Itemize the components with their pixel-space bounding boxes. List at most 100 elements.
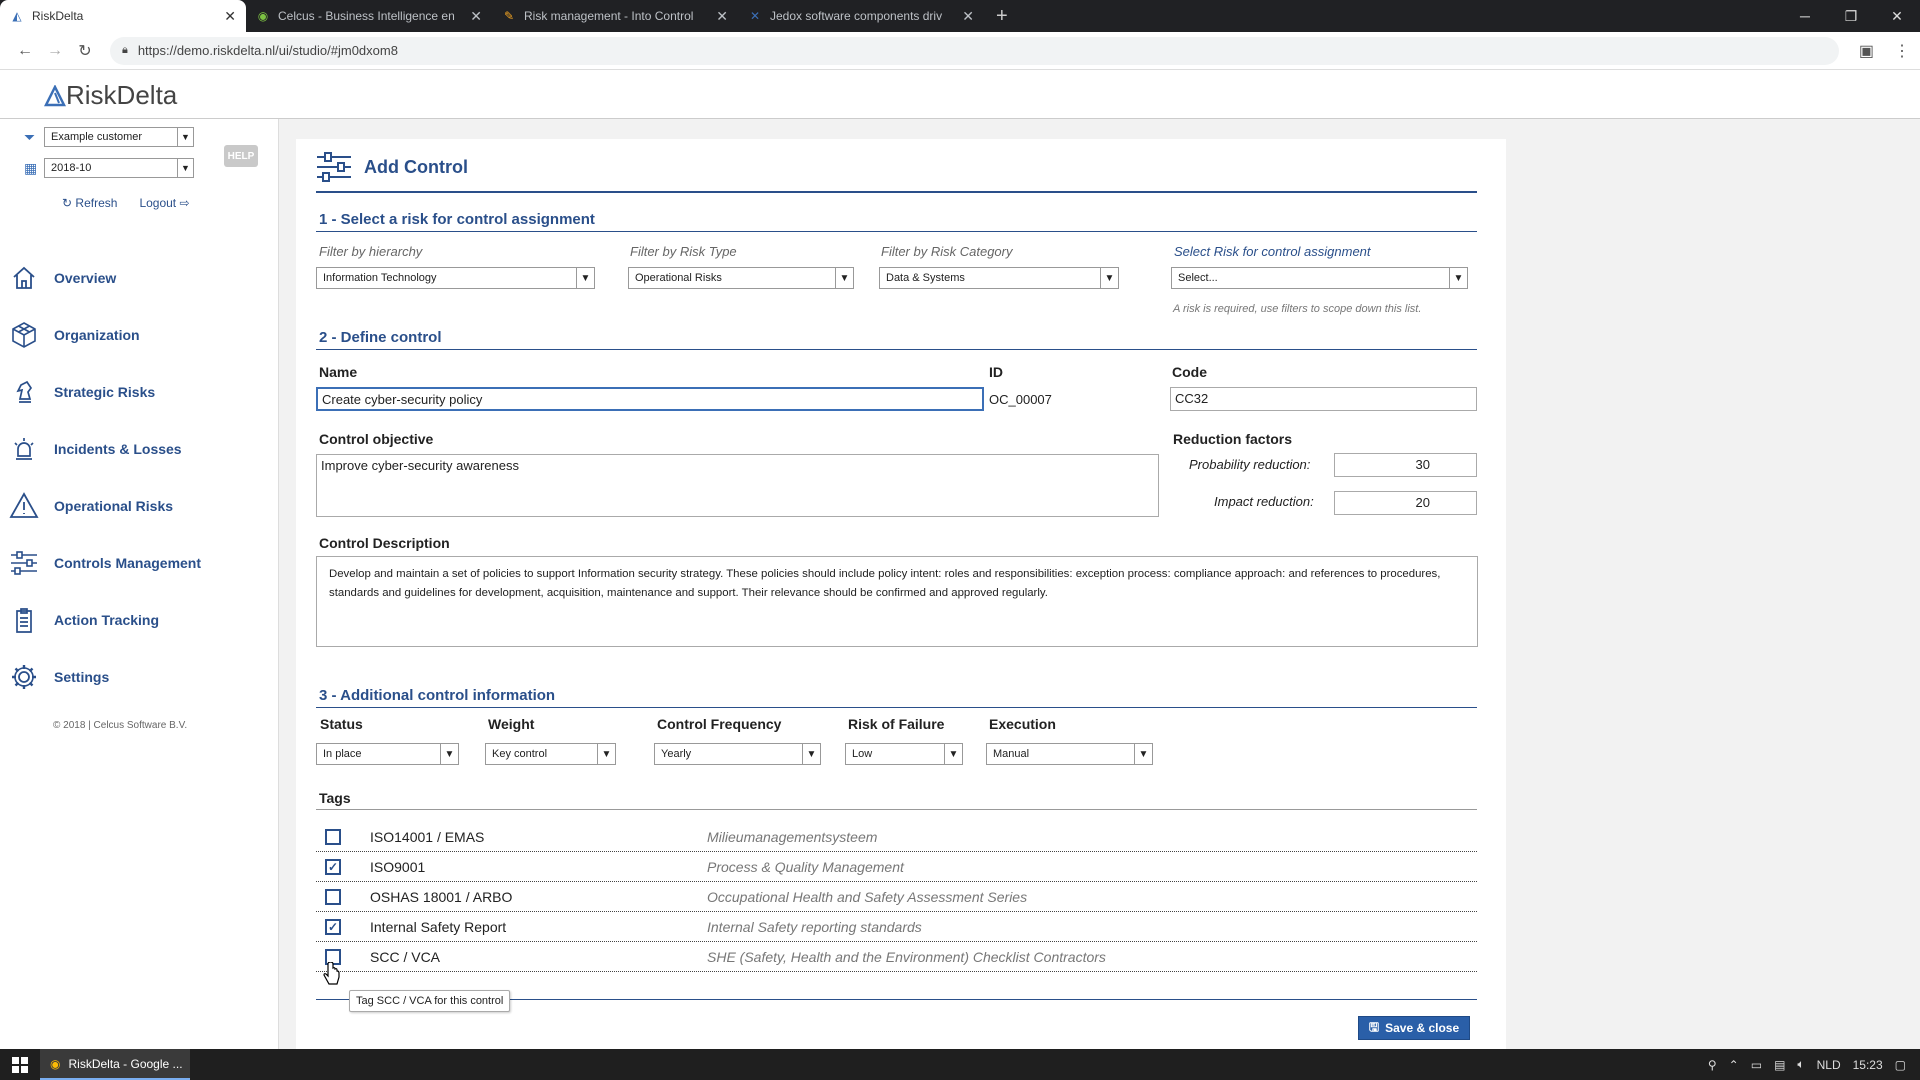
riskdelta-logo-icon	[44, 84, 66, 106]
close-window-icon[interactable]: ✕	[1874, 0, 1920, 32]
select-value: Information Technology	[323, 272, 437, 284]
refresh-label: Refresh	[75, 196, 118, 210]
extension-icon[interactable]: ▣	[1859, 41, 1874, 61]
tag-checkbox[interactable]: ✓	[325, 918, 341, 935]
nav-label: Operational Risks	[54, 497, 174, 514]
system-tray: ⚲ ⌃ ▭ ▤ 🔈︎ NLD 15:23 ▢	[1708, 1057, 1920, 1072]
battery-icon[interactable]: ▭	[1751, 1058, 1762, 1072]
windows-start-icon[interactable]	[0, 1049, 40, 1080]
impact-reduction-input[interactable]: 20	[1334, 491, 1477, 515]
people-icon[interactable]: ⚲	[1708, 1058, 1717, 1072]
sliders-icon	[6, 545, 42, 581]
app-logo[interactable]: RiskDelta	[44, 80, 177, 111]
select-value: Manual	[993, 748, 1030, 760]
select-value: Low	[852, 748, 873, 760]
nav-item-controls-management[interactable]: Controls Management	[0, 534, 279, 591]
tag-checkbox[interactable]: ✓	[325, 858, 341, 875]
forward-icon[interactable]: →	[40, 42, 70, 60]
reload-icon[interactable]: ↻	[70, 41, 100, 61]
taskbar: ◉ RiskDelta - Google ... ⚲ ⌃ ▭ ▤ 🔈︎ NLD …	[0, 1049, 1920, 1080]
status-label: Status	[320, 716, 363, 732]
tag-name: Internal Safety Report	[370, 918, 507, 935]
checkmark-icon: ✓	[327, 919, 339, 934]
app-header: RiskDelta	[0, 70, 1920, 119]
refresh-button[interactable]: ↻ Refresh	[62, 196, 117, 210]
code-label: Code	[1172, 364, 1207, 380]
browser-tab-jedox[interactable]: ✕ Jedox software components driv ✕	[738, 0, 984, 32]
tag-description: Occupational Health and Safety Assessmen…	[707, 888, 1028, 905]
nav-item-incidents-losses[interactable]: Incidents & Losses	[0, 420, 279, 477]
nav-label: Incidents & Losses	[54, 440, 182, 457]
minimize-icon[interactable]: ─	[1782, 0, 1828, 32]
url-field[interactable]: 🔒︎ https://demo.riskdelta.nl/ui/studio/#…	[109, 36, 1839, 65]
period-select[interactable]: 2018-10 ▼	[44, 158, 194, 178]
nav-item-organization[interactable]: Organization	[0, 306, 279, 363]
clock[interactable]: 15:23	[1853, 1058, 1883, 1072]
lock-icon: 🔒︎	[121, 44, 128, 56]
tag-description: Milieumanagementsysteem	[707, 828, 878, 845]
network-icon[interactable]: ▤	[1774, 1058, 1785, 1072]
new-tab-button[interactable]: +	[984, 0, 1020, 32]
riskdelta-favicon-icon: ◭	[12, 9, 22, 23]
filter-risk-category-select[interactable]: Data & Systems ▼	[879, 267, 1119, 289]
help-button[interactable]: HELP	[224, 145, 258, 167]
restore-icon[interactable]: ❐	[1828, 0, 1874, 32]
tab-close-icon[interactable]: ✕	[716, 8, 728, 25]
risk-of-failure-select[interactable]: Low ▼	[845, 743, 963, 765]
chess-knight-icon	[6, 374, 42, 410]
nav-item-strategic-risks[interactable]: Strategic Risks	[0, 363, 279, 420]
select-value: Yearly	[661, 748, 692, 760]
tab-close-icon[interactable]: ✕	[962, 8, 974, 25]
nav-item-operational-risks[interactable]: Operational Risks	[0, 477, 279, 534]
volume-icon[interactable]: 🔈︎	[1797, 1057, 1804, 1072]
filter-risk-type-select[interactable]: Operational Risks ▼	[628, 267, 854, 289]
select-risk-select[interactable]: Select... ▼	[1171, 267, 1468, 289]
language-indicator[interactable]: NLD	[1817, 1058, 1841, 1072]
frequency-select[interactable]: Yearly ▼	[654, 743, 821, 765]
alarm-light-icon	[6, 431, 42, 467]
save-close-label: Save & close	[1385, 1021, 1460, 1035]
name-input[interactable]: Create cyber-security policy	[316, 387, 984, 411]
tag-row: SCC / VCA SHE (Safety, Health and the En…	[316, 942, 1477, 972]
objective-textarea[interactable]: Improve cyber-security awareness	[316, 454, 1159, 517]
hand-cursor-icon	[323, 962, 340, 985]
filter-hierarchy-select[interactable]: Information Technology ▼	[316, 267, 595, 289]
execution-select[interactable]: Manual ▼	[986, 743, 1153, 765]
code-input[interactable]: CC32	[1170, 387, 1477, 411]
tag-name: SCC / VCA	[370, 948, 441, 965]
customer-select[interactable]: Example customer ▼	[44, 127, 194, 147]
back-icon[interactable]: ←	[10, 42, 40, 60]
select-value: In place	[323, 748, 362, 760]
probability-reduction-input[interactable]: 30	[1334, 453, 1477, 477]
tray-chevron-up-icon[interactable]: ⌃	[1729, 1058, 1739, 1072]
logout-icon: ⇨	[179, 196, 190, 210]
add-control-panel: Add Control 1 - Select a risk for contro…	[296, 139, 1506, 1049]
tag-checkbox[interactable]	[325, 888, 341, 905]
save-close-button[interactable]: 🖫︎ Save & close	[1358, 1016, 1470, 1040]
page-title: Add Control	[316, 151, 468, 183]
description-textarea[interactable]: Develop and maintain a set of policies t…	[316, 556, 1478, 647]
weight-select[interactable]: Key control ▼	[485, 743, 616, 765]
chevron-down-icon: ▼	[177, 128, 193, 146]
tab-close-icon[interactable]: ✕	[224, 8, 236, 25]
section3-heading: 3 - Additional control information	[319, 687, 556, 704]
gear-icon	[6, 659, 42, 695]
section2-heading: 2 - Define control	[319, 329, 442, 346]
tag-checkbox[interactable]	[325, 828, 341, 845]
nav-item-overview[interactable]: Overview	[0, 249, 279, 306]
browser-tab-intocontrol[interactable]: ✎ Risk management - Into Control ✕	[492, 0, 738, 32]
status-select[interactable]: In place ▼	[316, 743, 459, 765]
browser-menu-icon[interactable]: ⋮	[1894, 41, 1910, 61]
customer-select-value: Example customer	[51, 131, 143, 143]
nav-item-action-tracking[interactable]: Action Tracking	[0, 591, 279, 648]
nav-item-settings[interactable]: Settings	[0, 648, 279, 705]
tag-tooltip: Tag SCC / VCA for this control	[349, 990, 511, 1012]
browser-tab-riskdelta[interactable]: ◭ RiskDelta ✕	[0, 0, 246, 32]
logout-button[interactable]: Logout ⇨	[139, 196, 189, 210]
tab-close-icon[interactable]: ✕	[470, 8, 482, 25]
select-risk-label: Select Risk for control assignment	[1174, 244, 1371, 259]
notifications-icon[interactable]: ▢	[1895, 1058, 1906, 1072]
browser-tab-celcus[interactable]: ◉ Celcus - Business Intelligence en ✕	[246, 0, 492, 32]
taskbar-chrome-app[interactable]: ◉ RiskDelta - Google ...	[40, 1049, 190, 1080]
impact-reduction-label: Impact reduction:	[1214, 494, 1314, 509]
